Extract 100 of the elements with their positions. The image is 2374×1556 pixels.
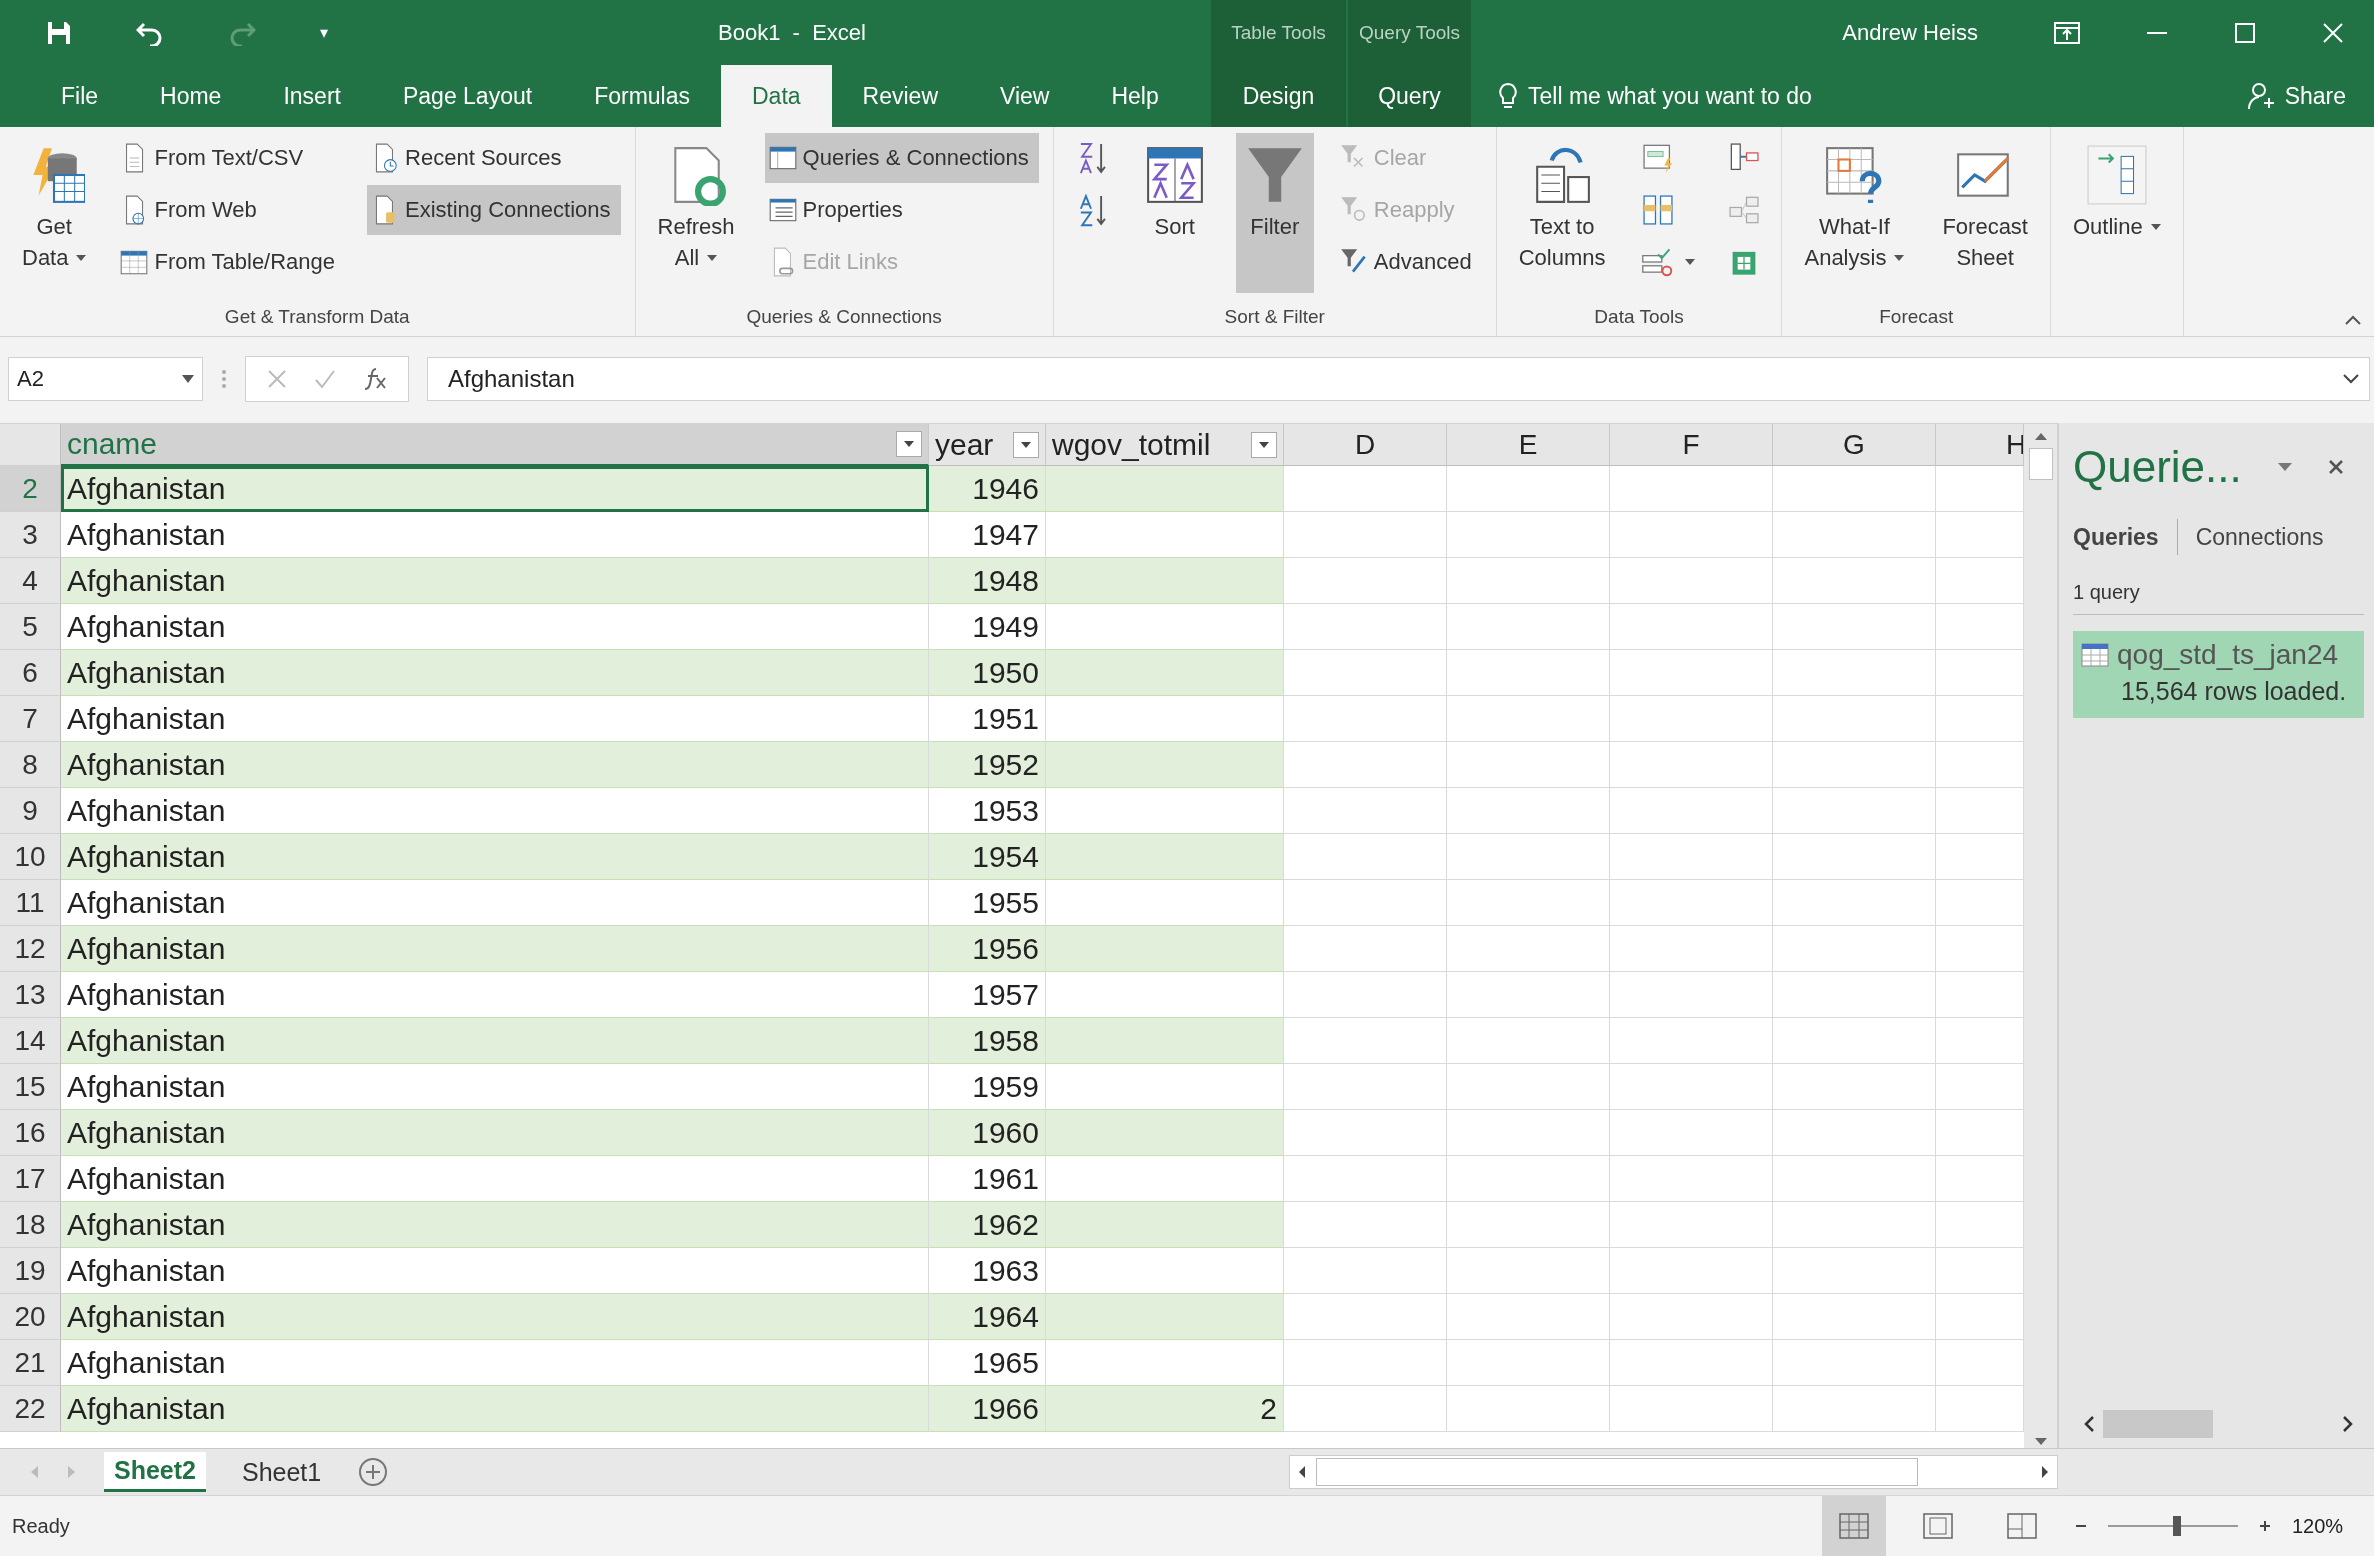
table-cell[interactable]: Afghanistan: [61, 834, 929, 880]
table-cell[interactable]: 1952: [929, 742, 1046, 788]
ribbon-button[interactable]: Filter: [1235, 133, 1314, 293]
table-cell[interactable]: [1610, 1386, 1773, 1432]
table-cell[interactable]: 1960: [929, 1110, 1046, 1156]
ribbon-tab[interactable]: Design: [1228, 65, 1329, 127]
user-name[interactable]: Andrew Heiss: [1842, 19, 1978, 46]
table-cell[interactable]: [1610, 834, 1773, 880]
ribbon-tab[interactable]: Query: [1364, 65, 1455, 127]
table-cell[interactable]: [1284, 1064, 1447, 1110]
table-cell[interactable]: [1610, 742, 1773, 788]
table-cell[interactable]: Afghanistan: [61, 1386, 929, 1432]
table-cell[interactable]: [1610, 1156, 1773, 1202]
scroll-left-icon[interactable]: [2083, 1415, 2095, 1433]
formula-field[interactable]: Afghanistan: [427, 357, 2370, 401]
ribbon-button[interactable]: Queries & Connections: [764, 133, 1039, 183]
table-cell[interactable]: [1447, 1018, 1610, 1064]
column-header[interactable]: wgov_totmil: [1046, 424, 1284, 466]
zoom-slider[interactable]: [2108, 1514, 2238, 1538]
table-cell[interactable]: [1610, 1202, 1773, 1248]
scroll-thumb[interactable]: [2103, 1410, 2213, 1438]
ribbon-button[interactable]: Properties: [764, 185, 1039, 235]
table-cell[interactable]: [1447, 880, 1610, 926]
table-cell[interactable]: 1948: [929, 558, 1046, 604]
row-number[interactable]: 15: [0, 1064, 61, 1110]
table-cell[interactable]: [1046, 1110, 1284, 1156]
table-cell[interactable]: 1962: [929, 1202, 1046, 1248]
table-cell[interactable]: [1447, 604, 1610, 650]
ribbon-button[interactable]: Refresh All: [649, 133, 743, 293]
ribbon-tab[interactable]: Review: [831, 65, 969, 127]
ribbon-tab[interactable]: Page Layout: [371, 65, 564, 127]
table-cell[interactable]: [1773, 834, 1936, 880]
table-cell[interactable]: [1284, 1386, 1447, 1432]
table-cell[interactable]: Afghanistan: [61, 1202, 929, 1248]
table-cell[interactable]: Afghanistan: [61, 1294, 929, 1340]
ribbon-button[interactable]: From Table/Range: [116, 237, 346, 287]
table-cell[interactable]: [1773, 926, 1936, 972]
sheet-tab[interactable]: Sheet1: [232, 1453, 332, 1491]
ribbon-tab[interactable]: Help: [1080, 65, 1190, 127]
scroll-thumb[interactable]: [2028, 448, 2053, 480]
table-cell[interactable]: [1284, 1110, 1447, 1156]
table-cell[interactable]: Afghanistan: [61, 742, 929, 788]
table-cell[interactable]: Afghanistan: [61, 466, 929, 512]
expand-icon[interactable]: [2343, 374, 2359, 384]
table-cell[interactable]: [1447, 972, 1610, 1018]
table-cell[interactable]: [1284, 972, 1447, 1018]
ribbon-button[interactable]: Outline: [2065, 133, 2169, 293]
ribbon-button[interactable]: From Web: [116, 185, 346, 235]
table-cell[interactable]: Afghanistan: [61, 558, 929, 604]
row-number[interactable]: 3: [0, 512, 61, 558]
add-sheet-icon[interactable]: [357, 1456, 390, 1488]
save-icon[interactable]: [46, 19, 72, 46]
pane-tab[interactable]: Queries: [2073, 523, 2159, 551]
table-cell[interactable]: [1284, 1340, 1447, 1386]
table-cell[interactable]: [1046, 1294, 1284, 1340]
table-cell[interactable]: [1447, 1386, 1610, 1432]
table-cell[interactable]: [1447, 466, 1610, 512]
zoom-in-icon[interactable]: [2258, 1519, 2272, 1533]
row-number[interactable]: 20: [0, 1294, 61, 1340]
ribbon-display-icon[interactable]: [2054, 21, 2080, 44]
ribbon-tab[interactable]: Data: [721, 65, 832, 127]
row-number[interactable]: 12: [0, 926, 61, 972]
table-cell[interactable]: [1773, 1340, 1936, 1386]
table-cell[interactable]: 2: [1046, 1386, 1284, 1432]
table-cell[interactable]: [1773, 1156, 1936, 1202]
table-cell[interactable]: [1773, 1202, 1936, 1248]
table-cell[interactable]: [1773, 1294, 1936, 1340]
table-cell[interactable]: [1284, 1202, 1447, 1248]
ribbon-tab[interactable]: Formulas: [563, 65, 721, 127]
table-cell[interactable]: [1773, 742, 1936, 788]
table-cell[interactable]: [1773, 558, 1936, 604]
table-cell[interactable]: [1610, 788, 1773, 834]
table-cell[interactable]: [1773, 1110, 1936, 1156]
column-header[interactable]: E: [1447, 424, 1610, 466]
filter-dropdown-icon[interactable]: [896, 431, 922, 457]
collapse-ribbon-icon[interactable]: [2344, 314, 2362, 326]
pane-options-icon[interactable]: [2277, 463, 2292, 471]
row-number[interactable]: 10: [0, 834, 61, 880]
row-number[interactable]: 18: [0, 1202, 61, 1248]
row-number[interactable]: 21: [0, 1340, 61, 1386]
table-cell[interactable]: 1958: [929, 1018, 1046, 1064]
sheet-tab[interactable]: Sheet2: [104, 1452, 206, 1492]
table-cell[interactable]: [1284, 650, 1447, 696]
table-cell[interactable]: [1046, 926, 1284, 972]
table-cell[interactable]: [1773, 1064, 1936, 1110]
table-cell[interactable]: [1284, 1156, 1447, 1202]
table-cell[interactable]: [1610, 650, 1773, 696]
pane-tab[interactable]: Connections: [2195, 523, 2324, 551]
table-cell[interactable]: [1610, 972, 1773, 1018]
column-header[interactable]: D: [1284, 424, 1447, 466]
table-cell[interactable]: 1966: [929, 1386, 1046, 1432]
table-cell[interactable]: [1046, 466, 1284, 512]
table-cell[interactable]: [1447, 1064, 1610, 1110]
ribbon-button[interactable]: What-If Analysis: [1796, 133, 1913, 293]
vertical-scrollbar[interactable]: [2024, 424, 2057, 1448]
scroll-right-icon[interactable]: [2342, 1415, 2354, 1433]
table-cell[interactable]: [1284, 926, 1447, 972]
row-number[interactable]: 7: [0, 696, 61, 742]
row-number[interactable]: 14: [0, 1018, 61, 1064]
table-cell[interactable]: [1046, 1018, 1284, 1064]
